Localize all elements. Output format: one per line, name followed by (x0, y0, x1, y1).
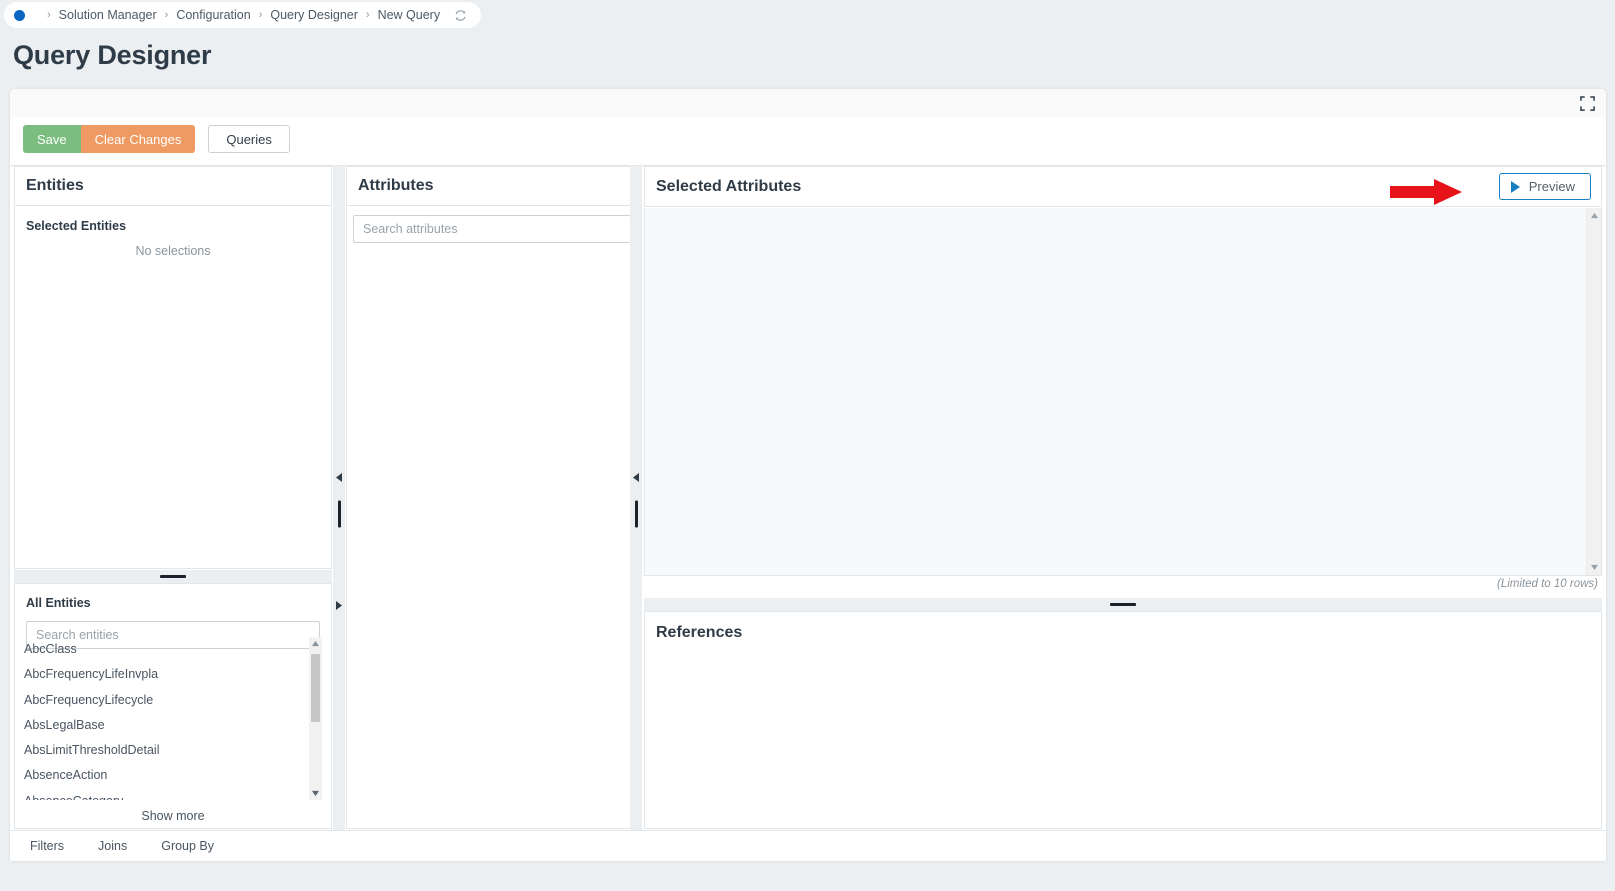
selected-attributes-header: Selected Attributes Preview (644, 166, 1602, 207)
entity-list-scrollbar[interactable] (309, 637, 322, 800)
references-panel-title: References (645, 612, 1601, 642)
tab-filters[interactable]: Filters (30, 839, 64, 853)
references-horizontal-splitter[interactable] (644, 598, 1602, 611)
attributes-column: Attributes (346, 166, 638, 861)
toolbar: Save Clear Changes Queries (10, 117, 1606, 166)
bottom-tab-bar: Filters Joins Group By (10, 830, 1606, 861)
collapse-left-arrow-icon[interactable] (334, 472, 344, 482)
preview-scrollbar[interactable] (1586, 208, 1601, 575)
preview-button-label: Preview (1529, 179, 1575, 194)
breadcrumb-separator: › (366, 9, 370, 21)
refresh-icon[interactable] (454, 9, 467, 22)
list-item[interactable]: AbsLegalBase (24, 713, 309, 738)
list-item[interactable]: AbsenceAction (24, 763, 309, 788)
preview-results-area (644, 208, 1602, 576)
all-entities-label: All Entities (15, 584, 331, 610)
breadcrumb-item-query-designer[interactable]: Query Designer (270, 8, 358, 22)
references-box: References (644, 611, 1602, 829)
entities-panel-title: Entities (14, 166, 332, 206)
breadcrumb: › Solution Manager › Configuration › Que… (4, 2, 481, 28)
attributes-results-splitter[interactable] (630, 166, 642, 861)
show-more-link[interactable]: Show more (15, 809, 331, 823)
entities-attributes-splitter[interactable] (333, 166, 345, 861)
entities-horizontal-splitter[interactable] (14, 570, 332, 583)
entities-column: Entities Selected Entities No selections… (14, 166, 332, 861)
save-button[interactable]: Save (23, 125, 81, 153)
search-attributes-input[interactable] (353, 215, 631, 243)
breadcrumb-separator: › (259, 9, 263, 21)
splitter-grip[interactable] (338, 500, 341, 527)
list-item[interactable]: AbcFrequencyLifecycle (24, 688, 309, 713)
splitter-grip[interactable] (635, 500, 638, 527)
selected-entities-box: Selected Entities No selections (14, 207, 332, 569)
selected-entities-label: Selected Entities (15, 207, 331, 233)
list-item[interactable]: AbsenceCategory (24, 789, 309, 800)
panels-container: Entities Selected Entities No selections… (10, 166, 1606, 861)
attributes-panel-title: Attributes (346, 166, 638, 206)
breadcrumb-separator: › (47, 9, 51, 21)
all-entities-box: All Entities AbcClass AbcFrequencyLifeIn… (14, 583, 332, 829)
attributes-box (346, 207, 638, 829)
splitter-grip[interactable] (160, 575, 186, 578)
annotation-arrow-icon (1390, 179, 1462, 205)
tab-joins[interactable]: Joins (98, 839, 127, 853)
list-item[interactable]: AbcFrequencyLifeInvpla (24, 662, 309, 687)
preview-button[interactable]: Preview (1499, 173, 1591, 200)
scroll-down-arrow-icon[interactable] (309, 787, 322, 800)
entity-list[interactable]: AbcClass AbcFrequencyLifeInvpla AbcFrequ… (24, 637, 309, 800)
toolbar-button-group: Save Clear Changes Queries (23, 125, 290, 153)
scroll-down-arrow-icon[interactable] (1587, 560, 1602, 575)
breadcrumb-item-solution-manager[interactable]: Solution Manager (59, 8, 157, 22)
app-dot-icon (14, 10, 25, 21)
list-item[interactable]: AbsLimitThresholdDetail (24, 738, 309, 763)
clear-changes-button[interactable]: Clear Changes (81, 125, 196, 153)
play-icon (1511, 181, 1520, 193)
scrollbar-thumb[interactable] (311, 654, 320, 722)
queries-button[interactable]: Queries (208, 125, 290, 153)
page-title: Query Designer (13, 40, 211, 71)
scroll-up-arrow-icon[interactable] (1587, 208, 1602, 223)
selected-entities-empty-text: No selections (15, 233, 331, 258)
breadcrumb-separator: › (165, 9, 169, 21)
expand-right-arrow-icon[interactable] (334, 600, 344, 610)
expand-fullscreen-icon[interactable] (1580, 96, 1595, 111)
breadcrumb-item-configuration[interactable]: Configuration (176, 8, 250, 22)
preview-results-body (645, 208, 1586, 575)
breadcrumb-item-new-query[interactable]: New Query (378, 8, 441, 22)
scroll-up-arrow-icon[interactable] (309, 637, 322, 650)
splitter-grip[interactable] (1110, 603, 1136, 606)
breadcrumb-bar: › Solution Manager › Configuration › Que… (0, 0, 1615, 30)
limited-rows-note: (Limited to 10 rows) (1497, 578, 1598, 590)
collapse-left-arrow-icon[interactable] (631, 472, 641, 482)
tab-group-by[interactable]: Group By (161, 839, 214, 853)
selected-attributes-column: Selected Attributes Preview (644, 166, 1602, 861)
entity-list-wrapper: AbcClass AbcFrequencyLifeInvpla AbcFrequ… (24, 637, 322, 800)
query-designer-card: Save Clear Changes Queries Entities Sele… (10, 89, 1606, 861)
card-top-strip (10, 89, 1606, 117)
selected-attributes-title: Selected Attributes (656, 178, 801, 196)
list-item[interactable]: AbcClass (24, 637, 309, 662)
